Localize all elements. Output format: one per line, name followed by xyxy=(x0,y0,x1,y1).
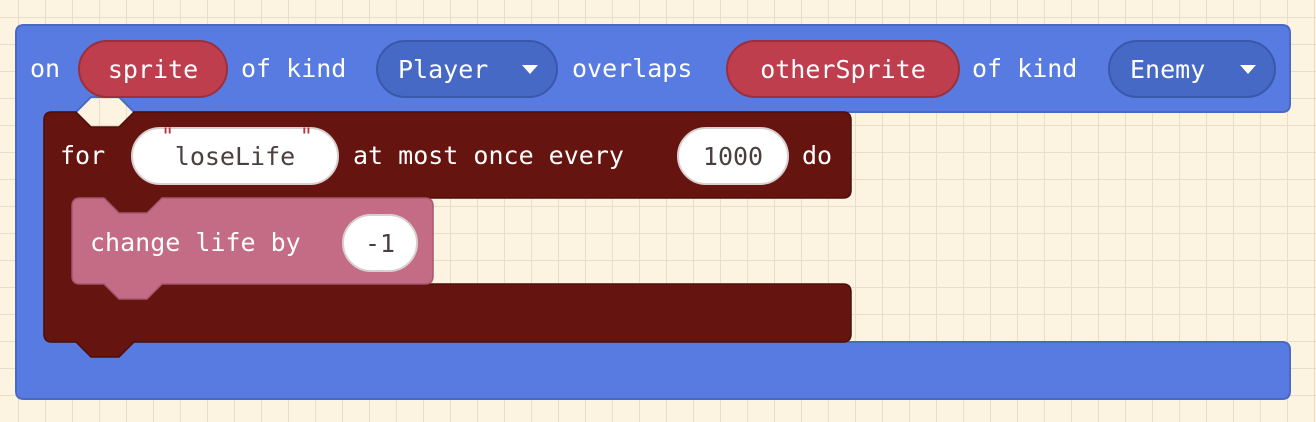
kind-dropdown-enemy-label: Enemy xyxy=(1130,54,1206,84)
of-kind-label-2: of kind xyxy=(972,54,1078,83)
chevron-down-icon xyxy=(522,65,538,74)
life-change-input[interactable]: -1 xyxy=(342,214,418,272)
chevron-down-icon xyxy=(1240,65,1256,74)
at-most-once-every-label: at most once every xyxy=(353,141,624,170)
life-change-value: -1 xyxy=(364,228,396,258)
kind-dropdown-player[interactable]: Player xyxy=(376,40,558,98)
for-label: for xyxy=(60,141,106,170)
open-quote: " xyxy=(161,125,175,150)
interval-input[interactable]: 1000 xyxy=(677,127,789,185)
kind-dropdown-enemy[interactable]: Enemy xyxy=(1108,40,1276,98)
sprite-variable-label: sprite xyxy=(107,54,199,84)
of-kind-label-1: of kind xyxy=(241,54,347,83)
change-life-label: change life by xyxy=(90,228,301,257)
throttle-key-input[interactable]: " loseLife " xyxy=(131,127,339,185)
kind-dropdown-player-label: Player xyxy=(398,54,489,84)
interval-value: 1000 xyxy=(702,141,764,171)
close-quote: " xyxy=(299,125,313,150)
throttle-key-value: loseLife xyxy=(174,141,296,171)
sprite-variable[interactable]: sprite xyxy=(78,40,228,98)
do-label: do xyxy=(802,141,833,170)
overlaps-label: overlaps xyxy=(572,54,693,83)
other-sprite-variable[interactable]: otherSprite xyxy=(726,40,960,98)
on-label: on xyxy=(30,54,61,83)
other-sprite-variable-label: otherSprite xyxy=(760,54,926,84)
